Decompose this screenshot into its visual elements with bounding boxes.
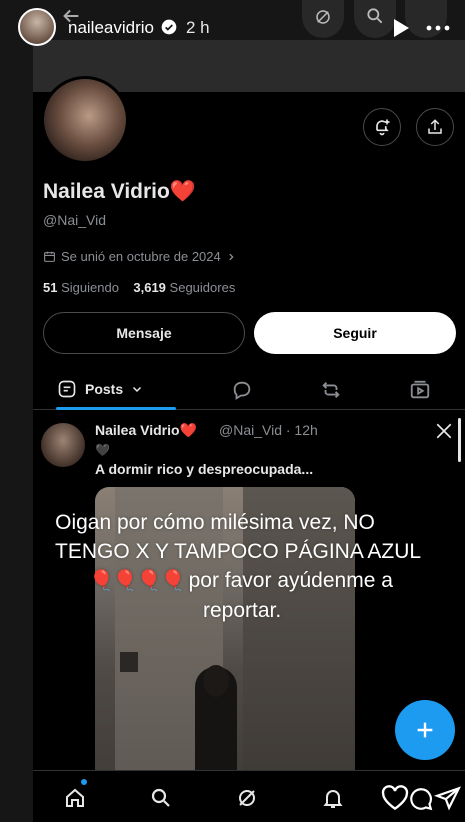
notification-add-icon [376, 119, 390, 136]
media-person-head [203, 665, 229, 697]
balloons-emoji: 🎈🎈🎈🎈 [89, 570, 186, 592]
compose-fab-button[interactable] [395, 700, 455, 760]
follow-button[interactable]: Seguir [254, 312, 456, 354]
joined-text: Se unió en octubre de 2024 [61, 249, 221, 264]
follow-stats: 51 Siguiendo 3,619 Seguidores [43, 280, 235, 295]
profile-display-name: Nailea Vidrio❤️ [43, 180, 196, 203]
story-viewer: Nailea Vidrio❤️ @Nai_Vid Se unió en octu… [0, 0, 465, 822]
send-icon[interactable] [434, 785, 462, 811]
tweet-text: A dormir rico y despreocupada... [95, 461, 314, 477]
scrollbar-thumb[interactable] [458, 418, 461, 462]
active-tab-indicator [56, 407, 176, 410]
tweet-emoji: 🖤 [95, 443, 110, 457]
repost-icon[interactable] [320, 379, 342, 401]
bell-icon[interactable] [321, 786, 345, 810]
tweet-avatar[interactable] [41, 423, 85, 467]
share-button[interactable] [416, 108, 454, 146]
home-badge [81, 779, 87, 785]
share-icon [428, 119, 442, 134]
story-avatar[interactable] [18, 8, 56, 46]
search-icon[interactable] [149, 786, 173, 810]
comment-icon[interactable] [408, 786, 434, 812]
more-icon[interactable] [424, 18, 452, 38]
media-light-switch [120, 652, 138, 672]
profile-handle: @Nai_Vid [43, 212, 106, 228]
story-actions [380, 783, 465, 813]
reply-icon[interactable] [231, 379, 253, 401]
tab-posts-label: Posts [85, 381, 124, 397]
calendar-icon [44, 251, 55, 262]
verified-icon [161, 19, 177, 35]
plus-icon [417, 722, 433, 738]
home-icon[interactable] [63, 786, 87, 810]
story-time: 2 h [186, 18, 210, 37]
tweet-author-name: Nailea Vidrio❤️ [95, 422, 197, 438]
overlay-line-2: TENGO X Y TAMPOCO PÁGINA AZUL [55, 540, 422, 563]
tweet-meta: @Nai_Vid · 12h [219, 422, 318, 438]
followers-count: 3,619 [133, 280, 166, 295]
chevron-right-icon [229, 253, 234, 260]
overlay-line-3: 🎈🎈🎈🎈 por favor ayúdenme a [55, 566, 415, 596]
story-username[interactable]: naileavidrio [68, 18, 154, 38]
grok-icon[interactable] [314, 8, 332, 26]
story-overlay-text: Oigan por cómo milésima vez, NO TENGO X … [55, 508, 422, 625]
joined-date[interactable]: Se unió en octubre de 2024 [43, 249, 236, 264]
posts-icon [58, 380, 76, 398]
x-profile-screenshot: Nailea Vidrio❤️ @Nai_Vid Se unió en octu… [33, 40, 465, 822]
story-header: naileavidrio 2 h [0, 0, 465, 56]
overlay-line-4: reportar. [203, 599, 282, 622]
notification-add-button[interactable] [363, 108, 401, 146]
following-count: 51 [43, 280, 58, 295]
x-logo-icon [436, 423, 452, 439]
followers-label: Seguidores [169, 280, 236, 295]
grok-icon[interactable] [235, 786, 259, 810]
following-stat[interactable]: 51 Siguiendo [43, 280, 119, 295]
profile-tabs: Posts [33, 368, 465, 410]
profile-avatar[interactable] [41, 76, 129, 164]
play-icon[interactable] [392, 18, 410, 38]
message-button[interactable]: Mensaje [43, 312, 245, 354]
tab-posts[interactable]: Posts [57, 368, 143, 410]
following-label: Siguiendo [61, 280, 119, 295]
overlay-line-1: Oigan por cómo milésima vez, NO [55, 511, 375, 534]
search-icon[interactable] [365, 6, 385, 26]
video-icon[interactable] [409, 379, 431, 401]
chevron-down-icon [133, 386, 142, 393]
heart-icon[interactable] [380, 785, 410, 811]
overlay-line-3-text: por favor ayúdenme a [188, 569, 393, 592]
followers-stat[interactable]: 3,619 Seguidores [133, 280, 235, 295]
